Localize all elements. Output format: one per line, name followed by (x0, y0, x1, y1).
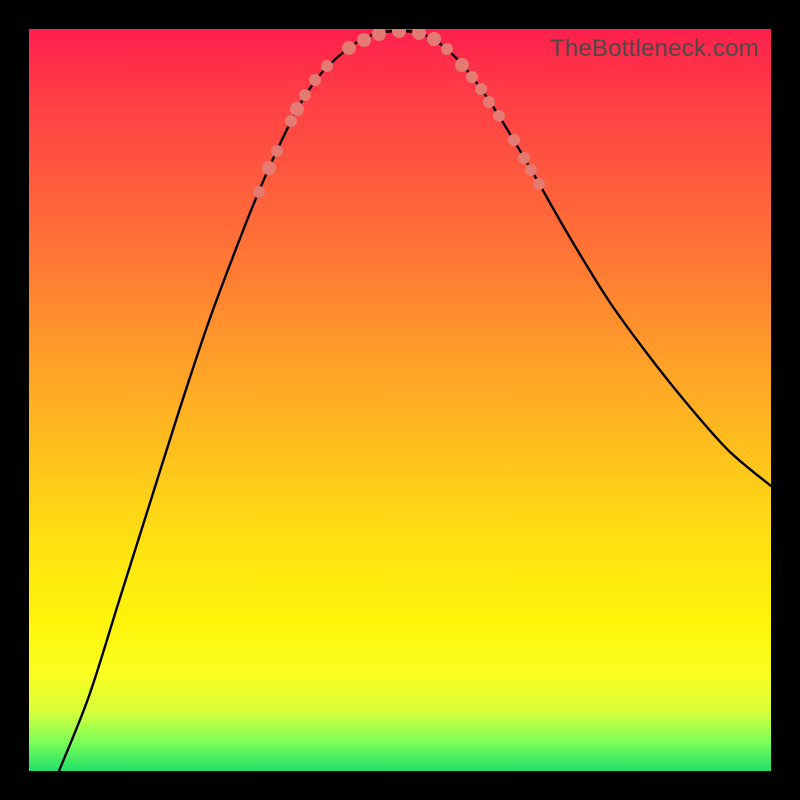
marker-dot (427, 32, 441, 46)
marker-dot (525, 164, 537, 176)
marker-dot (441, 43, 453, 55)
marker-dot (466, 71, 478, 83)
marker-dot (412, 29, 426, 40)
marker-dot (321, 60, 333, 72)
marker-dot (518, 152, 530, 164)
marker-dot (392, 29, 406, 38)
marker-dot (357, 33, 371, 47)
curve-svg (29, 29, 771, 771)
marker-dot (483, 96, 495, 108)
plot-area: TheBottleneck.com (29, 29, 771, 771)
watermark-text: TheBottleneck.com (550, 35, 759, 63)
marker-dot (533, 178, 545, 190)
marker-dot (271, 145, 283, 157)
marker-dot (455, 58, 469, 72)
marker-dot (309, 74, 321, 86)
marker-dot (372, 29, 386, 41)
marker-dot (508, 134, 520, 146)
marker-dot (290, 102, 304, 116)
marker-dot (285, 115, 297, 127)
marker-dot (493, 110, 505, 122)
marker-dot (299, 89, 311, 101)
marker-dot (342, 41, 356, 55)
bottleneck-curve (59, 31, 771, 771)
chart-frame: TheBottleneck.com (0, 0, 800, 800)
marker-dot (475, 83, 487, 95)
highlighted-points (253, 29, 545, 198)
marker-dot (253, 186, 265, 198)
marker-dot (262, 161, 276, 175)
